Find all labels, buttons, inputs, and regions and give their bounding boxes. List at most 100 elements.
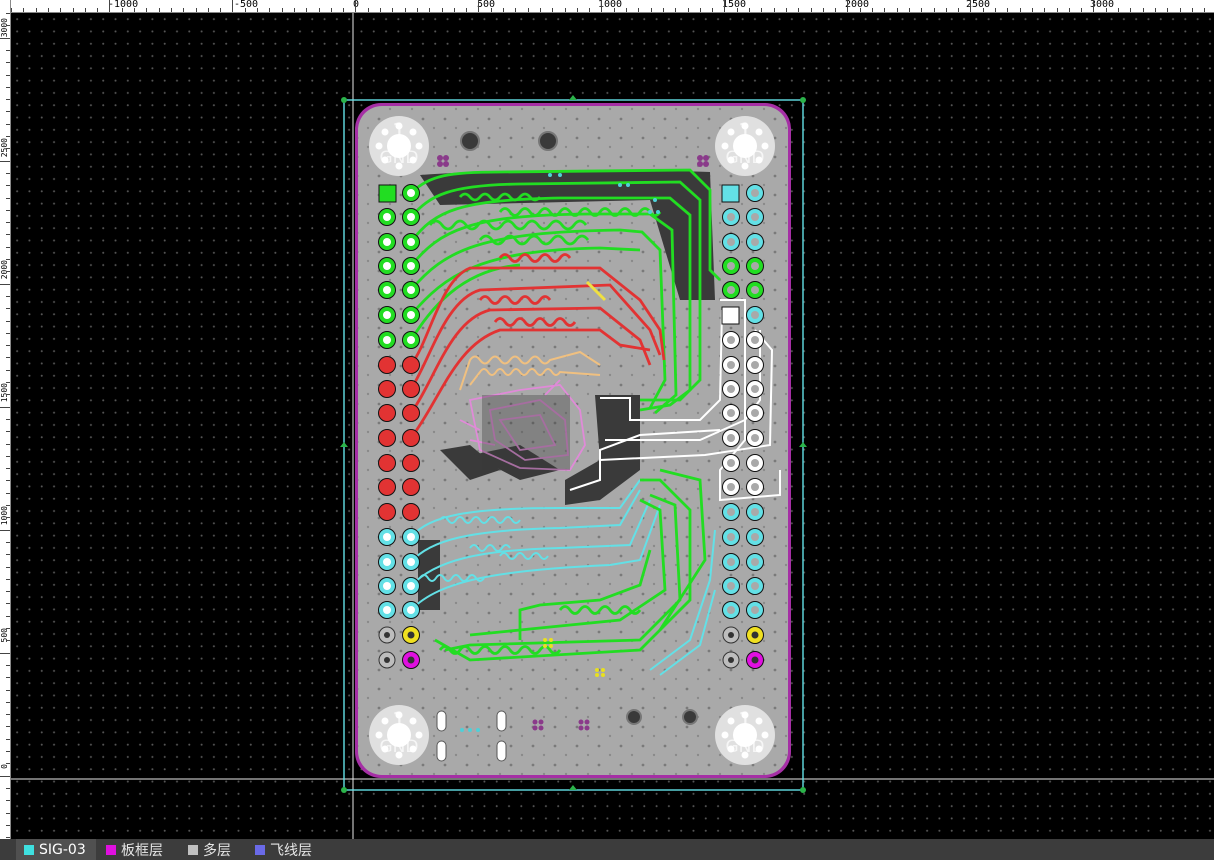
ruler-tick [306,8,308,12]
ruler-tick [1167,8,1169,12]
ruler-tick [6,111,10,113]
ruler-tick [1007,8,1009,12]
mounting-hole-number: 1 [738,120,752,145]
ruler-label: 2000 [0,260,9,280]
ruler-tick [539,8,541,12]
layer-tab-board-outline[interactable]: 板框层 [98,839,178,860]
ruler-tick [6,566,10,568]
ruler-tick [6,714,10,716]
ruler-tick [6,738,10,740]
ruler-tick [6,308,10,310]
selection-handle[interactable] [341,787,347,793]
ruler-label: 2000 [845,0,870,10]
ruler-tick [1056,8,1058,12]
ruler-label: 1500 [0,383,9,403]
ruler-tick [6,591,10,593]
selection-handle[interactable] [569,785,577,790]
ruler-tick [11,8,12,12]
ruler-tick [0,283,10,285]
ruler-tick [220,8,222,12]
ruler-tick [170,8,172,12]
ruler-tick [675,8,677,12]
ruler-tick [1081,8,1083,12]
layer-label: 板框层 [121,842,163,859]
ruler-tick [343,8,345,12]
pcb-drawing[interactable]: 1 GND 1 GND 1 GND 1 GND [11,13,1214,839]
ruler-tick [60,8,62,12]
mounting-hole-number: 1 [392,120,406,145]
ruler-tick [6,554,10,556]
ruler-tick [835,8,837,12]
ruler-tick [6,615,10,617]
mounting-hole-net: GND [726,737,765,757]
selection-handle[interactable] [340,442,348,447]
layer-color-swatch [188,844,198,855]
mounting-hole-net: GND [380,737,419,757]
layer-tab-sig03[interactable]: SIG-03 [16,839,96,860]
ruler-tick [6,49,10,51]
ruler-tick [6,394,10,396]
ruler-tick [293,8,295,12]
layer-tab-multilayer[interactable]: 多层 [180,839,246,860]
ruler-tick [6,603,10,605]
ruler-tick [749,8,750,12]
selection-handle[interactable] [341,97,347,103]
layer-color-swatch [255,844,265,855]
layer-label: SIG-03 [39,841,86,858]
ruler-tick [810,8,812,12]
ruler-tick [6,295,10,297]
ruler-tick [527,8,529,12]
mounting-hole-bottom-right[interactable]: 1 GND [715,705,775,765]
ruler-tick [281,8,283,12]
ruler-tick [699,8,701,12]
ruler-tick [0,406,10,408]
ruler-tick [822,8,824,12]
ruler-tick [552,8,554,12]
mounting-hole-bottom-left[interactable]: 1 GND [369,705,429,765]
ruler-tick [872,8,873,12]
ruler-tick [638,8,640,12]
ruler-tick [1044,8,1046,12]
ruler-tick [6,455,10,457]
ruler-tick [712,8,714,12]
ruler-tick [908,8,910,12]
ruler-tick [6,271,10,273]
ruler-tick [896,8,898,12]
ruler-tick [244,8,246,12]
pcb-canvas[interactable]: 1 GND 1 GND 1 GND 1 GND [11,13,1214,839]
ruler-tick [6,62,10,64]
ruler-tick [466,8,468,12]
ruler-tick [453,8,455,12]
ruler-tick [884,8,886,12]
ruler-tick [798,8,800,12]
ruler-tick [1191,8,1193,12]
selection-handle[interactable] [800,97,806,103]
ruler-label: 0 [0,764,9,769]
ruler-tick [773,8,775,12]
ruler-tick [109,0,111,12]
ruler-tick [6,431,10,433]
mounting-hole-top-right[interactable]: 1 GND [715,116,775,176]
selection-handle[interactable] [800,787,806,793]
layer-label: 飞线层 [270,842,312,859]
ruler-tick [1130,8,1132,12]
ruler-tick [84,8,86,12]
ruler-tick [958,8,960,12]
ruler-tick [1105,8,1107,12]
selection-handle[interactable] [569,95,577,100]
ruler-tick [1068,8,1070,12]
ruler-tick [6,382,10,383]
ruler-tick [1179,8,1181,12]
ruler-tick [23,8,25,12]
ruler-tick [6,332,10,334]
ruler-tick [503,8,504,12]
ruler-tick [392,8,394,12]
ruler-tick [6,812,10,814]
ruler-tick [6,99,10,101]
mounting-hole-top-left[interactable]: 1 GND [369,116,429,176]
layer-tab-ratsnest[interactable]: 飞线层 [247,839,327,860]
ruler-tick [6,86,10,88]
selection-handle[interactable] [799,442,807,447]
ruler-tick [318,8,320,12]
ruler-tick [6,320,10,322]
